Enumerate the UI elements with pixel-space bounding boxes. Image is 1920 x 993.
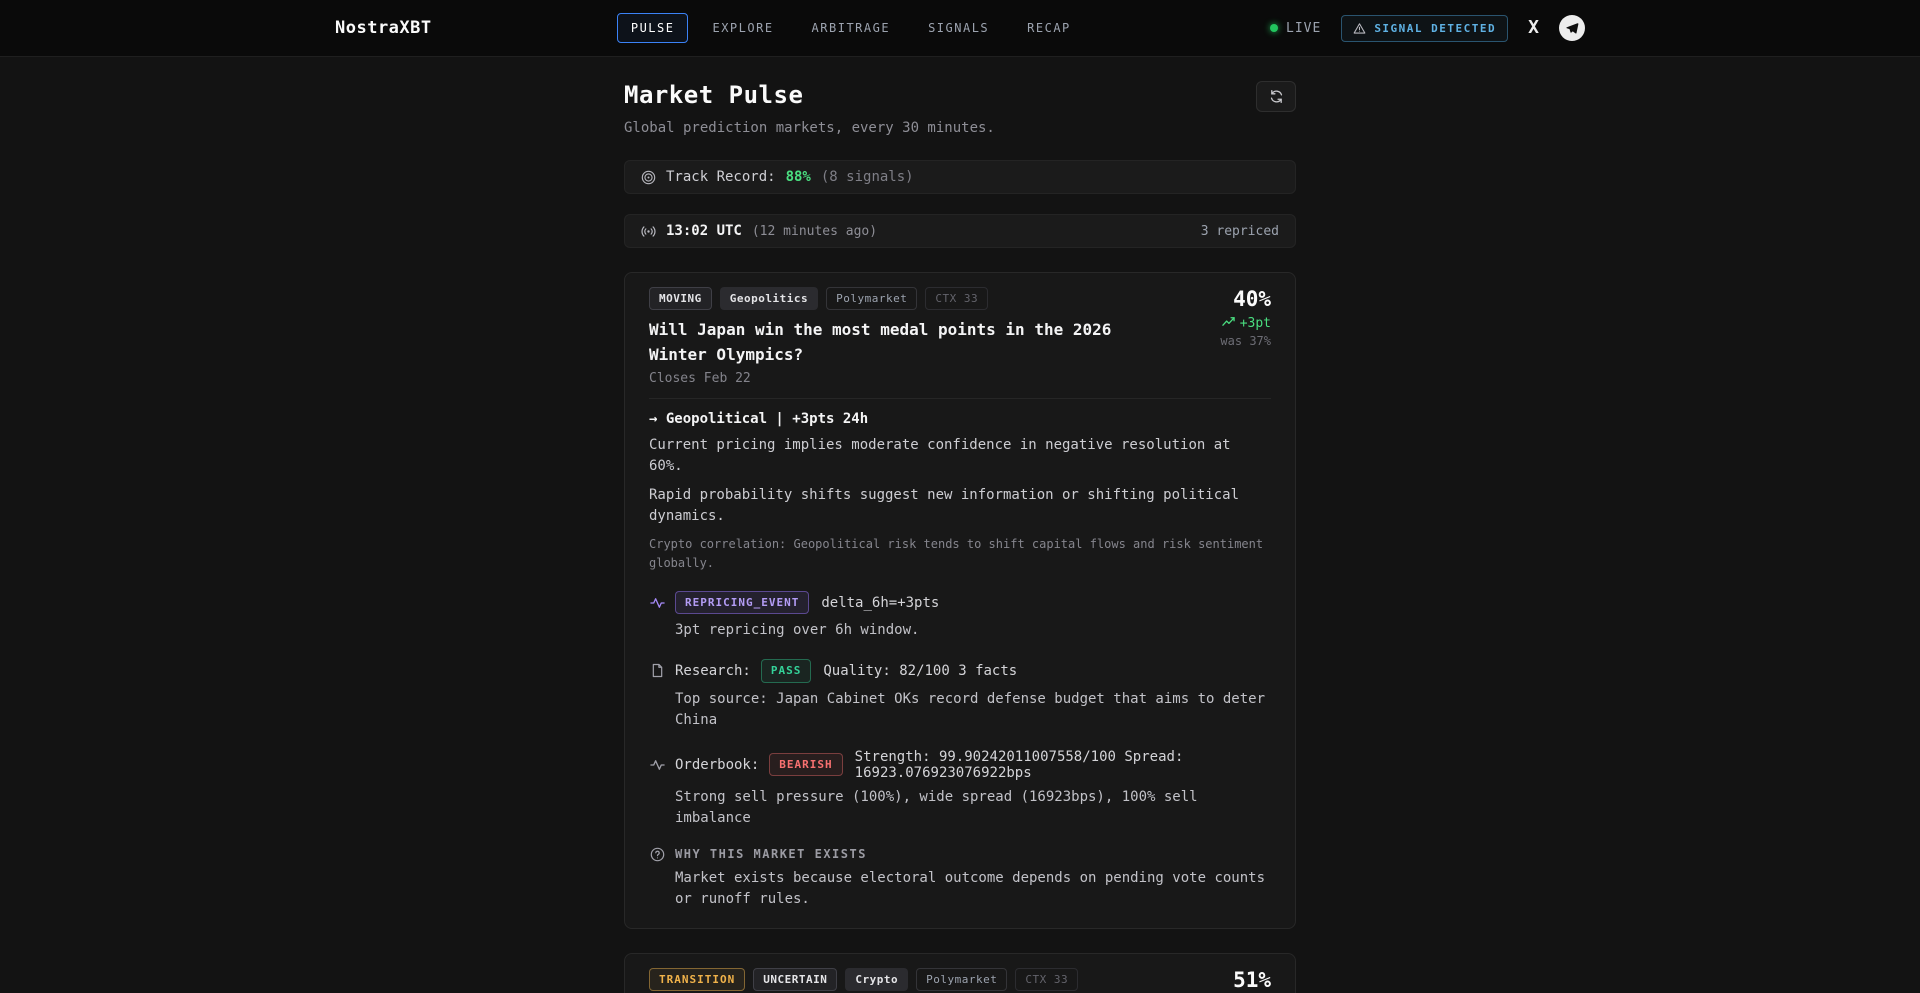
market-title: Will Japan win the most medal points in … — [649, 318, 1151, 368]
section-why: WHY THIS MARKET EXISTS Market exists beca… — [649, 847, 1271, 910]
badge-crypto: Crypto — [845, 968, 908, 991]
section-detail: delta_6h=+3pts — [821, 595, 939, 611]
market-closes: Closes Feb 22 — [649, 371, 1151, 386]
activity-icon — [649, 759, 665, 771]
badge-row: MOVING Geopolitics Polymarket CTX 33 — [649, 287, 1151, 310]
alert-triangle-icon — [1353, 22, 1366, 35]
badge-moving: MOVING — [649, 287, 712, 310]
repriced-count: 3 repriced — [1201, 224, 1279, 239]
analysis-paragraph: Current pricing implies moderate confide… — [649, 435, 1271, 477]
price-was: was 37% — [1175, 334, 1271, 348]
nav-inner: NostraXBT PULSE EXPLORE ARBITRAGE SIGNALS RE… — [335, 0, 1585, 56]
broadcast-icon — [641, 224, 656, 239]
section-detail: Strength: 99.90242011007558/100 Spread: … — [855, 749, 1271, 781]
signal-detected-badge[interactable]: SIGNAL DETECTED — [1341, 15, 1508, 42]
nav-right: LIVE SIGNAL DETECTED X — [1270, 15, 1585, 42]
update-ago: (12 minutes ago) — [752, 224, 877, 239]
badge-polymarket: Polymarket — [826, 287, 917, 310]
section-description: Market exists because electoral outcome … — [649, 868, 1271, 910]
track-record-value: 88% — [786, 169, 811, 185]
tab-pulse[interactable]: PULSE — [617, 13, 689, 43]
section-research: Research: PASS Quality: 82/100 3 facts Top … — [649, 659, 1271, 730]
file-icon — [649, 663, 665, 678]
live-label: LIVE — [1286, 21, 1321, 36]
badge-geopolitics: Geopolitics — [720, 287, 818, 310]
track-record-bar: Track Record: 88% (8 signals) — [624, 160, 1296, 194]
live-indicator: LIVE — [1270, 21, 1321, 36]
badge-row: TRANSITION UNCERTAIN Crypto Polymarket CTX 3… — [649, 968, 1140, 991]
analysis-note: Crypto correlation: Geopolitical risk te… — [649, 535, 1271, 573]
section-row: Orderbook: BEARISH Strength: 99.9024201100… — [649, 749, 1271, 781]
tab-signals[interactable]: SIGNALS — [914, 13, 1003, 43]
section-repricing: REPRICING_EVENT delta_6h=+3pts 3pt reprici… — [649, 591, 1271, 641]
update-bar: 13:02 UTC (12 minutes ago) 3 repriced — [624, 214, 1296, 248]
refresh-icon — [1269, 89, 1284, 104]
section-label: WHY THIS MARKET EXISTS — [675, 847, 867, 861]
x-twitter-icon[interactable]: X — [1528, 19, 1539, 37]
tab-arbitrage[interactable]: ARBITRAGE — [798, 13, 905, 43]
badge-repricing-event: REPRICING_EVENT — [675, 591, 809, 614]
track-record-label: Track Record: — [666, 169, 776, 185]
target-icon — [641, 170, 656, 185]
price-block: 40% +3pt was 37% — [1175, 287, 1271, 386]
price-delta-value: +3pt — [1240, 316, 1271, 331]
brand-logo[interactable]: NostraXBT — [335, 18, 432, 38]
page-head: Market Pulse — [624, 81, 1296, 112]
analysis-block: → Geopolitical | +3pts 24h Current prici… — [649, 411, 1271, 573]
section-row: WHY THIS MARKET EXISTS — [649, 847, 1271, 862]
section-row: REPRICING_EVENT delta_6h=+3pts — [649, 591, 1271, 614]
card-divider — [649, 398, 1271, 399]
update-time: 13:02 UTC — [666, 223, 742, 239]
card-sections: REPRICING_EVENT delta_6h=+3pts 3pt reprici… — [649, 591, 1271, 909]
tab-explore[interactable]: EXPLORE — [698, 13, 787, 43]
badge-ctx-33: CTX 33 — [925, 287, 988, 310]
page-subtitle: Global prediction markets, every 30 minu… — [624, 120, 1296, 136]
activity-icon — [649, 597, 665, 609]
price-delta: +3pt — [1175, 316, 1271, 331]
live-dot-icon — [1270, 24, 1278, 32]
section-row: Research: PASS Quality: 82/100 3 facts — [649, 659, 1271, 682]
price-block: 51% -1pt was 52% — [1175, 968, 1271, 993]
nav-tabs: PULSE EXPLORE ARBITRAGE SIGNALS RECAP — [617, 13, 1085, 43]
section-orderbook: Orderbook: BEARISH Strength: 99.9024201100… — [649, 749, 1271, 829]
badge-pass: PASS — [761, 659, 812, 682]
section-description: Strong sell pressure (100%), wide spread… — [649, 787, 1271, 829]
badge-uncertain: UNCERTAIN — [753, 968, 837, 991]
track-record-detail: (8 signals) — [821, 169, 914, 185]
section-label: Research: — [675, 663, 751, 679]
refresh-button[interactable] — [1256, 81, 1296, 112]
market-card[interactable]: TRANSITION UNCERTAIN Crypto Polymarket CTX 3… — [624, 953, 1296, 993]
badge-bearish: BEARISH — [769, 753, 842, 776]
card-head: TRANSITION UNCERTAIN Crypto Polymarket CTX 3… — [649, 968, 1271, 993]
telegram-icon[interactable] — [1559, 15, 1585, 41]
price-current: 51% — [1175, 968, 1271, 992]
card-head: MOVING Geopolitics Polymarket CTX 33 Will J… — [649, 287, 1271, 386]
top-nav: NostraXBT PULSE EXPLORE ARBITRAGE SIGNALS RE… — [0, 0, 1920, 57]
section-label: Orderbook: — [675, 757, 759, 773]
analysis-headline: → Geopolitical | +3pts 24h — [649, 411, 1271, 427]
analysis-paragraphs: Current pricing implies moderate confide… — [649, 435, 1271, 527]
cards-list: MOVING Geopolitics Polymarket CTX 33 Will J… — [624, 272, 1296, 993]
badge-polymarket: Polymarket — [916, 968, 1007, 991]
section-description: Top source: Japan Cabinet OKs record def… — [649, 689, 1271, 731]
section-description: 3pt repricing over 6h window. — [649, 620, 1271, 641]
tab-recap[interactable]: RECAP — [1013, 13, 1085, 43]
section-detail: Quality: 82/100 3 facts — [823, 663, 1017, 679]
trend-up-icon — [1222, 316, 1235, 331]
price-current: 40% — [1175, 287, 1271, 311]
market-card[interactable]: MOVING Geopolitics Polymarket CTX 33 Will J… — [624, 272, 1296, 929]
signal-badge-label: SIGNAL DETECTED — [1374, 22, 1496, 35]
analysis-paragraph: Rapid probability shifts suggest new inf… — [649, 485, 1271, 527]
page-title: Market Pulse — [624, 81, 803, 109]
badge-transition: TRANSITION — [649, 968, 745, 991]
main-content: Market Pulse Global prediction markets, … — [624, 57, 1296, 993]
help-icon — [649, 847, 665, 862]
badge-ctx-33: CTX 33 — [1015, 968, 1078, 991]
